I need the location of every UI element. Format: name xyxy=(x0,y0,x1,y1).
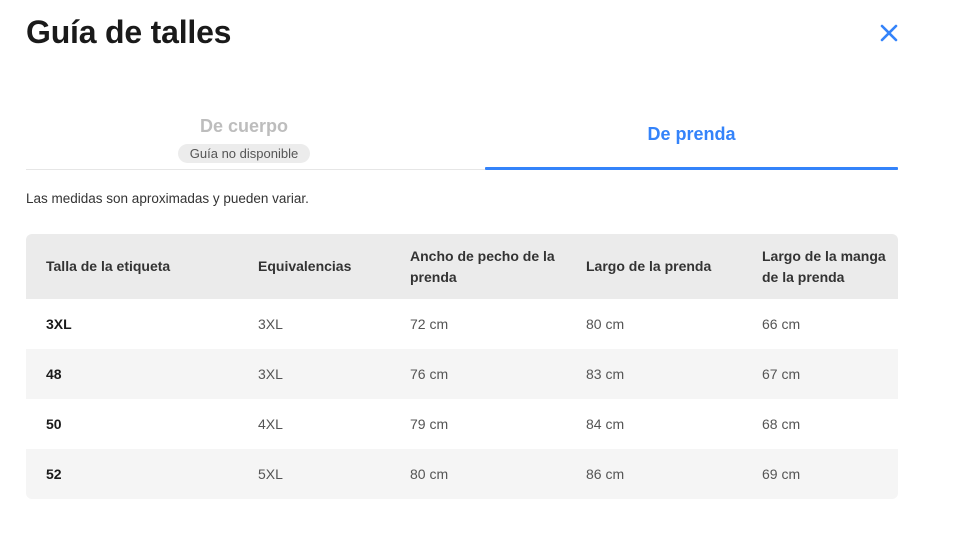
column-header: Equivalencias xyxy=(258,258,352,274)
size-label-cell: 3XL xyxy=(46,316,72,332)
garment-length-cell: 83 cm xyxy=(586,366,625,382)
close-button[interactable] xyxy=(874,20,904,46)
measurements-disclaimer: Las medidas son aproximadas y pueden var… xyxy=(26,191,309,206)
unavailable-badge: Guía no disponible xyxy=(177,144,311,163)
tab-label: De prenda xyxy=(647,124,736,144)
column-header: Largo de la prenda xyxy=(586,258,712,274)
table-row: 48 3XL 76 cm 83 cm 67 cm xyxy=(26,349,898,399)
column-header: Largo de la manga de la prenda xyxy=(762,247,886,285)
equivalence-cell: 5XL xyxy=(258,466,283,482)
close-icon xyxy=(880,24,898,42)
chest-width-cell: 79 cm xyxy=(410,416,449,432)
equivalence-cell: 4XL xyxy=(258,416,283,432)
sleeve-length-cell: 67 cm xyxy=(762,366,801,382)
sleeve-length-cell: 68 cm xyxy=(762,416,801,432)
size-table: Talla de la etiqueta Equivalencias Ancho… xyxy=(26,234,898,499)
size-label-cell: 48 xyxy=(46,366,62,382)
garment-length-cell: 86 cm xyxy=(586,466,625,482)
column-header: Ancho de pecho de la prenda xyxy=(410,247,555,285)
sleeve-length-cell: 66 cm xyxy=(762,316,801,332)
page-title: Guía de talles xyxy=(26,14,232,50)
sleeve-length-cell: 69 cm xyxy=(762,466,801,482)
size-guide-modal: Guía de talles De cuerpo Guía no disponi… xyxy=(0,0,957,558)
tab-de-cuerpo[interactable]: De cuerpo Guía no disponible xyxy=(26,108,462,168)
tab-de-prenda[interactable]: De prenda xyxy=(485,108,898,170)
tab-label: De cuerpo xyxy=(199,116,289,136)
garment-length-cell: 80 cm xyxy=(586,316,625,332)
equivalence-cell: 3XL xyxy=(258,316,283,332)
chest-width-cell: 72 cm xyxy=(410,316,449,332)
active-tab-indicator xyxy=(485,167,898,170)
size-label-cell: 52 xyxy=(46,466,62,482)
chest-width-cell: 76 cm xyxy=(410,366,449,382)
size-label-cell: 50 xyxy=(46,416,62,432)
table-row: 3XL 3XL 72 cm 80 cm 66 cm xyxy=(26,299,898,349)
tab-bar: De cuerpo Guía no disponible De prenda xyxy=(26,108,898,170)
garment-length-cell: 84 cm xyxy=(586,416,625,432)
equivalence-cell: 3XL xyxy=(258,366,283,382)
table-row: 52 5XL 80 cm 86 cm 69 cm xyxy=(26,449,898,499)
column-header: Talla de la etiqueta xyxy=(46,258,171,274)
chest-width-cell: 80 cm xyxy=(410,466,449,482)
table-header-row: Talla de la etiqueta Equivalencias Ancho… xyxy=(26,234,898,299)
table-row: 50 4XL 79 cm 84 cm 68 cm xyxy=(26,399,898,449)
